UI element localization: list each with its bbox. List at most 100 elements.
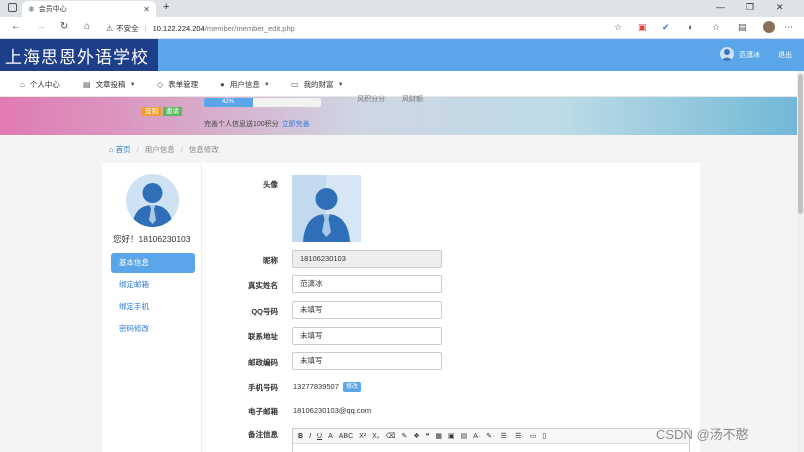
browser-essentials-icon[interactable]: ◐: [688, 22, 693, 32]
qq-label: QQ号码: [251, 307, 278, 316]
new-tab-icon[interactable]: +: [163, 1, 169, 13]
url-host: 10.122.224.204: [152, 23, 205, 33]
collections-icon[interactable]: ▤: [738, 22, 747, 33]
tab-title: 会员中心: [38, 6, 67, 13]
editor-tool-button[interactable]: ✎·: [486, 432, 494, 440]
tab-actions-icon[interactable]: [8, 3, 17, 12]
chevron-down-icon: ▼: [129, 81, 136, 88]
profile-progress-bar: 42%: [204, 98, 321, 107]
page-scrollbar[interactable]: [797, 71, 804, 452]
profile-tip: 完善个人信息送100积分 立即完善: [204, 119, 310, 129]
editor-toolbar: B I U A ABC X² X₂ ⌫ ✎ ❖ ❝ ▦ ▣ ▤ A· ✎· ☰· ☰· ▭ ▯: [293, 429, 689, 444]
security-label: 不安全: [116, 23, 139, 33]
document-icon: ▤: [83, 80, 91, 89]
menu-item-article-submit[interactable]: ▤ 文章投稿 ▼: [83, 79, 136, 90]
logout-link[interactable]: 退出: [778, 50, 792, 60]
progress-fill: 42%: [204, 98, 254, 107]
zip-field[interactable]: 未填写: [292, 352, 442, 370]
editor-tool-button[interactable]: X₂: [372, 433, 379, 440]
avatar-label: 头像: [263, 180, 278, 189]
breadcrumb: ⌂ 首页 / 用户信息 / 信息修改: [109, 144, 219, 155]
points-partial-text: 风积分分: [357, 96, 385, 103]
menu-label: 文章投稿: [95, 80, 126, 89]
profile-tip-text: 完善个人信息送100积分: [204, 121, 279, 128]
close-window-icon[interactable]: ✕: [776, 2, 784, 13]
menu-item-my-wealth[interactable]: ▭ 我的财富 ▼: [291, 79, 344, 90]
realname-field[interactable]: 范潇冰: [292, 275, 442, 293]
profile-avatar[interactable]: [763, 21, 775, 33]
browser-tab-bar: ❋ 会员中心 ✕ + — ❐ ✕: [0, 0, 804, 17]
email-label: 电子邮箱: [248, 407, 278, 416]
editor-tool-button[interactable]: ❖: [413, 432, 419, 440]
editor-tool-button[interactable]: ▦: [435, 432, 442, 440]
school-logo[interactable]: 上海思恩外语学校: [0, 39, 158, 71]
editor-tool-button[interactable]: I: [309, 433, 311, 440]
signin-button[interactable]: 签到: [142, 107, 161, 116]
extension-icon[interactable]: ▣: [638, 22, 647, 33]
refresh-icon[interactable]: ↻: [60, 21, 68, 32]
wealth-partial-text: 风财额: [402, 96, 423, 103]
forward-icon[interactable]: →: [36, 21, 46, 32]
favorites-icon[interactable]: ☆: [712, 22, 720, 33]
editor-tool-button[interactable]: ☰·: [500, 432, 509, 440]
more-menu-icon[interactable]: ⋯: [784, 22, 793, 33]
qq-field[interactable]: 未填写: [292, 301, 442, 319]
complete-profile-link[interactable]: 立即完善: [282, 121, 310, 128]
editor-tool-button[interactable]: ABC: [339, 433, 353, 440]
email-value: 18106230103@qq.com: [293, 406, 372, 415]
editor-tool-button[interactable]: ☰·: [515, 432, 524, 440]
editor-tool-button[interactable]: ▯: [542, 432, 546, 440]
phone-label: 手机号码: [248, 383, 278, 392]
csdn-watermark: CSDN @汤不憨: [656, 427, 749, 442]
favorite-star-icon[interactable]: ☆: [614, 22, 622, 33]
member-banner: 签到 邀请 42% 风积分分 风财额 完善个人信息送100积分 立即完善: [0, 96, 804, 135]
breadcrumb-separator: /: [136, 145, 139, 154]
avatar-upload[interactable]: [292, 175, 361, 242]
sidebar-nav: 基本信息 绑定邮箱 绑定手机 密码修改: [111, 253, 195, 341]
editor-tool-button[interactable]: X²: [359, 433, 366, 440]
card-icon: ▭: [291, 80, 299, 89]
menu-label: 我的财富: [303, 80, 334, 89]
breadcrumb-home[interactable]: 首页: [116, 144, 131, 155]
address-bar: ← → ↻ ⌂ ⚠ 不安全 | 10.122.224.204 /member/m…: [0, 17, 804, 39]
editor-tool-button[interactable]: A: [328, 433, 333, 440]
editor-tool-button[interactable]: ▭: [530, 432, 537, 440]
menu-item-user-info[interactable]: ● 用户信息 ▼: [220, 79, 270, 90]
url-path: /member/member_edit.php: [204, 23, 295, 33]
menu-label: 表单管理: [168, 80, 199, 89]
editor-tool-button[interactable]: U: [317, 433, 322, 440]
minimize-icon[interactable]: —: [716, 2, 725, 12]
menu-label: 用户信息: [229, 80, 260, 89]
chevron-down-icon: ▼: [263, 81, 270, 88]
editor-tool-button[interactable]: ▣: [448, 432, 455, 440]
user-icon: ●: [220, 80, 225, 89]
url-field[interactable]: ⚠ 不安全 | 10.122.224.204 /member/member_ed…: [106, 20, 626, 36]
diamond-icon: ◇: [157, 80, 164, 89]
editor-tool-button[interactable]: B: [298, 433, 303, 440]
editor-tool-button[interactable]: ⌫: [386, 432, 396, 440]
breadcrumb-section[interactable]: 用户信息: [145, 144, 175, 155]
remark-editor[interactable]: B I U A ABC X² X₂ ⌫ ✎ ❖ ❝ ▦ ▣ ▤ A· ✎· ☰· ☰· ▭ ▯: [292, 428, 690, 452]
extension-2-icon[interactable]: ✔: [662, 22, 670, 33]
phone-edit-button[interactable]: 修改: [343, 382, 362, 392]
editor-tool-button[interactable]: ❝: [426, 432, 430, 440]
home-icon[interactable]: ⌂: [84, 21, 90, 32]
editor-tool-button[interactable]: ✎: [401, 432, 407, 440]
restore-icon[interactable]: ❐: [746, 2, 754, 13]
address-field[interactable]: 未填写: [292, 327, 442, 345]
scrollbar-thumb[interactable]: [798, 74, 803, 214]
invite-button[interactable]: 邀请: [163, 107, 182, 116]
user-avatar[interactable]: [720, 47, 734, 61]
menu-item-personal-center[interactable]: ⌂ 个人中心: [20, 79, 60, 90]
editor-tool-button[interactable]: A·: [473, 433, 480, 440]
menu-item-form-manage[interactable]: ◇ 表单管理: [157, 79, 198, 90]
editor-tool-button[interactable]: ▤: [461, 432, 468, 440]
url-separator: |: [144, 23, 147, 33]
browser-tab[interactable]: ❋ 会员中心 ✕: [22, 1, 156, 17]
home-icon: ⌂: [20, 80, 25, 89]
greeting-text: 您好！18106230103: [113, 234, 191, 244]
close-tab-icon[interactable]: ✕: [143, 5, 150, 14]
breadcrumb-separator: /: [180, 145, 183, 154]
user-name[interactable]: 范潇冰: [739, 50, 760, 60]
back-icon[interactable]: ←: [11, 21, 21, 32]
